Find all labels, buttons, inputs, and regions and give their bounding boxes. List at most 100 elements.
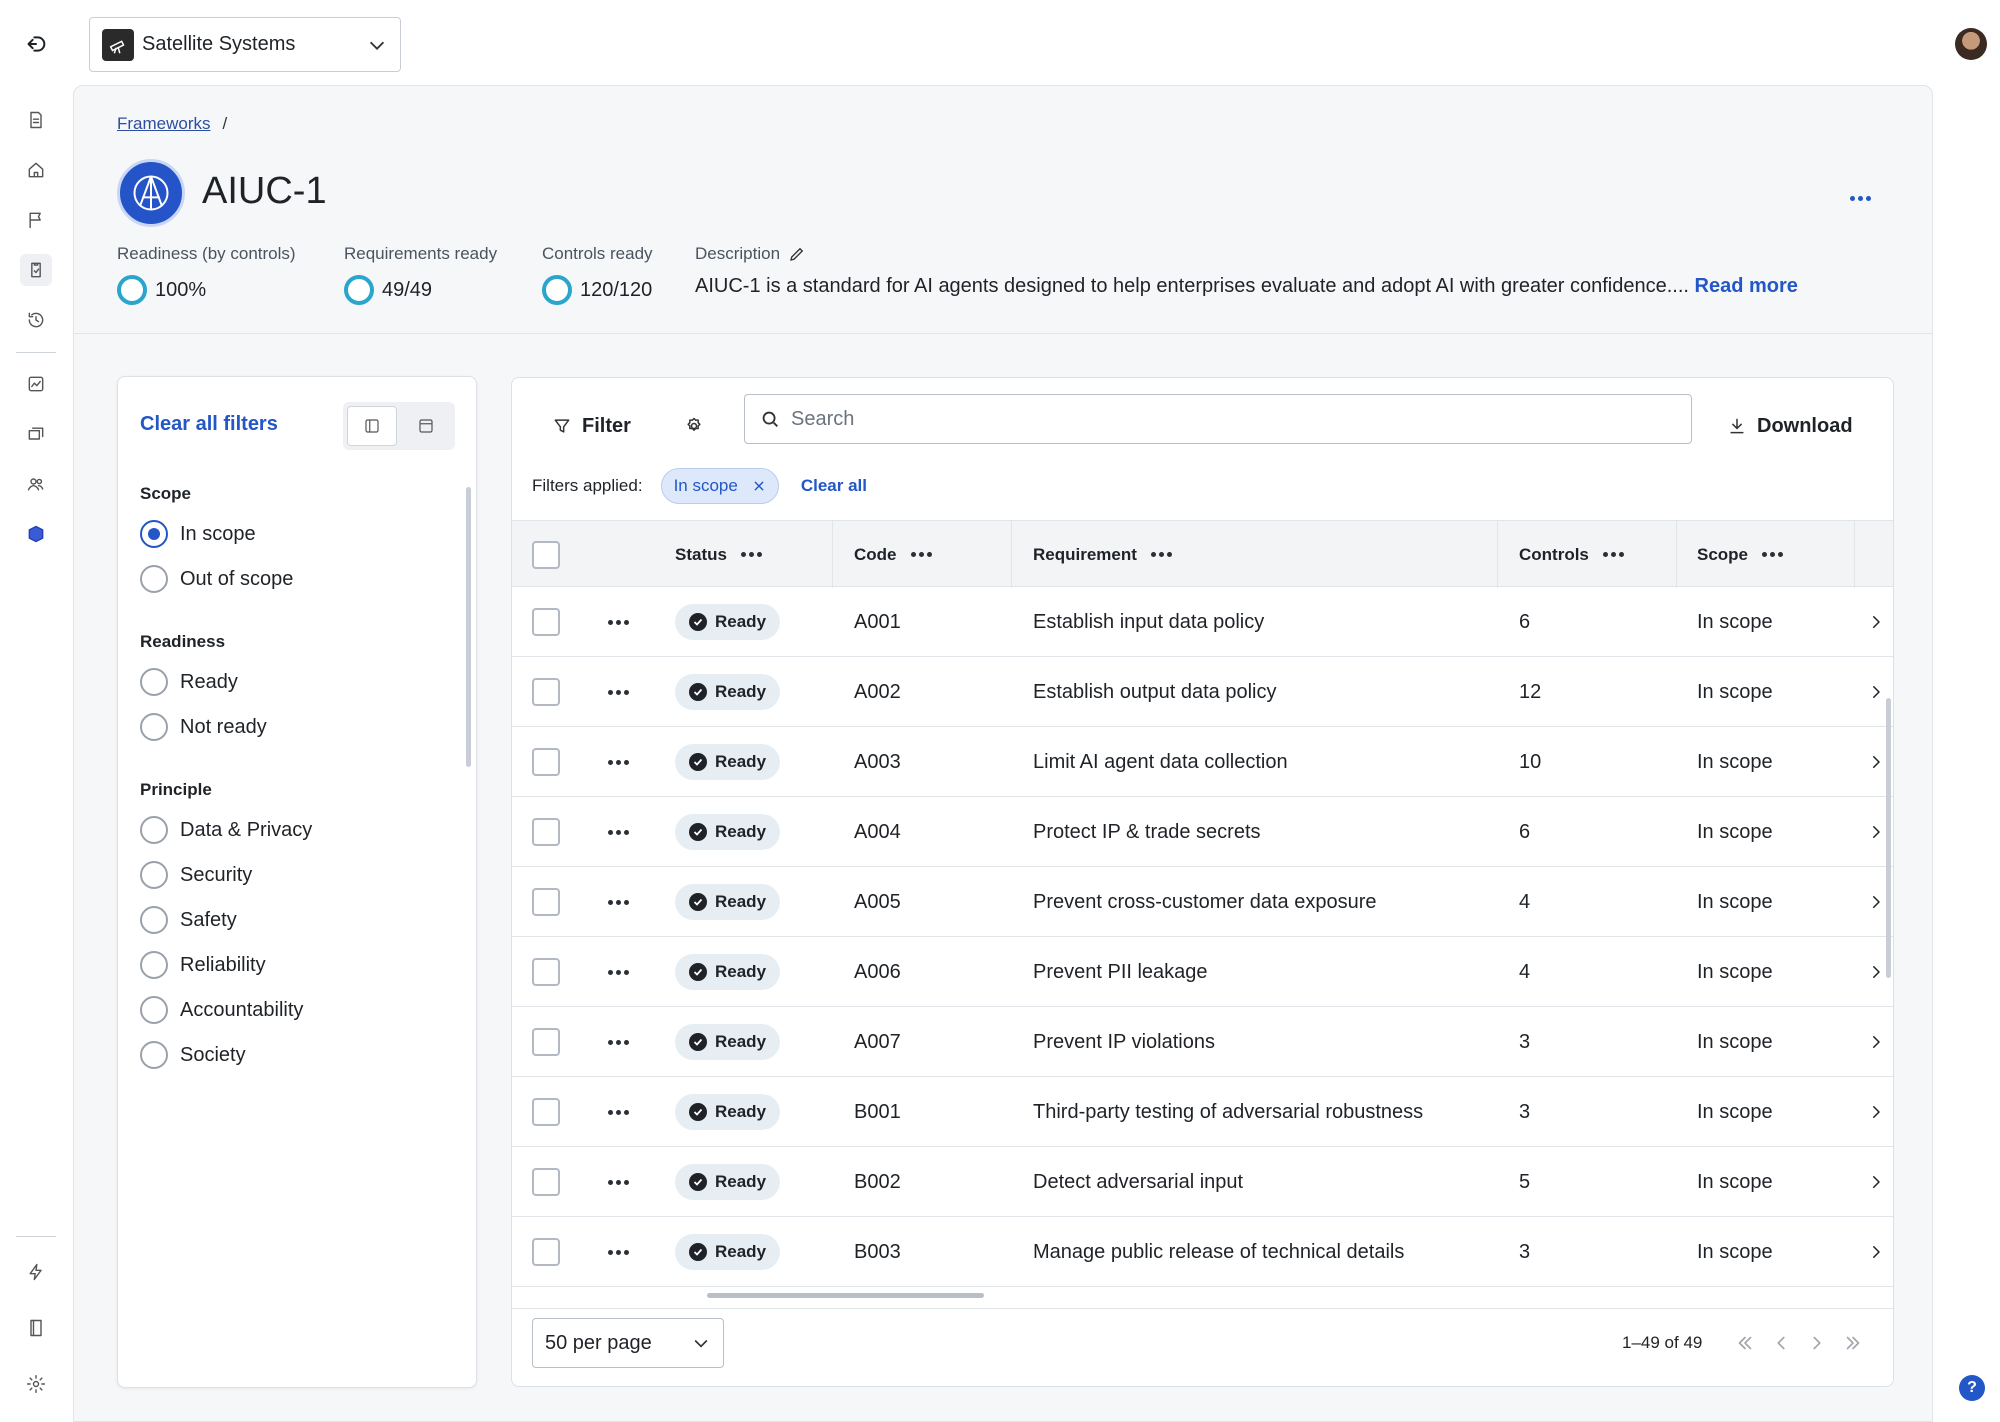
row-actions-icon[interactable]	[608, 1179, 629, 1185]
clear-applied-filters-link[interactable]: Clear all	[801, 476, 867, 496]
row-actions-icon[interactable]	[608, 969, 629, 975]
table-row[interactable]: Ready A003 Limit AI agent data collection 1…	[512, 727, 1893, 797]
home-icon[interactable]	[20, 154, 52, 186]
search-field[interactable]	[744, 394, 1692, 444]
read-more-link[interactable]: Read more	[1695, 275, 1798, 297]
table-row[interactable]: Ready A004 Protect IP & trade secrets 6 In s…	[512, 797, 1893, 867]
table-row[interactable]: Ready B003 Manage public release of techni…	[512, 1217, 1893, 1287]
settings-gear-icon[interactable]	[20, 1368, 52, 1400]
row-checkbox[interactable]	[532, 678, 560, 706]
people-icon[interactable]	[20, 468, 52, 500]
previous-page-icon[interactable]	[1770, 1332, 1792, 1354]
integrations-icon[interactable]	[20, 518, 52, 550]
column-code[interactable]: Code	[854, 521, 932, 588]
principle-reliability-option[interactable]: Reliability	[140, 951, 266, 979]
radio[interactable]	[140, 951, 168, 979]
row-checkbox[interactable]	[532, 1168, 560, 1196]
table-row[interactable]: Ready A001 Establish input data policy 6 In …	[512, 587, 1893, 657]
row-checkbox[interactable]	[532, 1238, 560, 1266]
chevron-right-icon[interactable]	[1867, 1103, 1885, 1121]
row-checkbox[interactable]	[532, 1098, 560, 1126]
radio-checked[interactable]	[140, 520, 168, 548]
help-icon[interactable]: ?	[1959, 1375, 1985, 1401]
lightning-icon[interactable]	[20, 1256, 52, 1288]
column-menu-icon[interactable]	[910, 552, 932, 557]
chevron-right-icon[interactable]	[1867, 1243, 1885, 1261]
edit-pencil-icon[interactable]	[788, 245, 806, 263]
search-input[interactable]	[791, 407, 1671, 431]
chevron-right-icon[interactable]	[1867, 613, 1885, 631]
column-menu-icon[interactable]	[1150, 552, 1172, 557]
row-checkbox[interactable]	[532, 608, 560, 636]
row-actions-icon[interactable]	[608, 759, 629, 765]
column-status[interactable]: Status	[675, 521, 762, 588]
row-actions-icon[interactable]	[608, 619, 629, 625]
column-menu-icon[interactable]	[740, 552, 762, 557]
vendors-icon[interactable]	[20, 418, 52, 450]
readiness-not-ready-option[interactable]: Not ready	[140, 713, 267, 741]
select-all-checkbox[interactable]	[532, 540, 560, 569]
chevron-right-icon[interactable]	[1867, 893, 1885, 911]
column-scope[interactable]: Scope	[1697, 521, 1784, 588]
first-page-icon[interactable]	[1734, 1332, 1756, 1354]
table-row[interactable]: Ready A006 Prevent PII leakage 4 In scope	[512, 937, 1893, 1007]
chevron-right-icon[interactable]	[1867, 963, 1885, 981]
table-horizontal-scrollbar[interactable]	[707, 1293, 984, 1298]
table-row[interactable]: Ready A002 Establish output data policy 12 I…	[512, 657, 1893, 727]
close-icon[interactable]	[752, 479, 766, 493]
filter-chip[interactable]: In scope	[660, 468, 779, 504]
scope-out-of-scope-option[interactable]: Out of scope	[140, 565, 293, 593]
chevron-right-icon[interactable]	[1867, 1033, 1885, 1051]
filter-scrollbar[interactable]	[466, 487, 471, 767]
scope-in-scope-option[interactable]: In scope	[140, 520, 256, 548]
next-page-icon[interactable]	[1806, 1332, 1828, 1354]
column-controls[interactable]: Controls	[1519, 521, 1624, 588]
chevron-right-icon[interactable]	[1867, 1173, 1885, 1191]
filter-button[interactable]: Filter	[552, 406, 631, 446]
column-menu-icon[interactable]	[1602, 552, 1624, 557]
table-row[interactable]: Ready A005 Prevent cross-customer data exp…	[512, 867, 1893, 937]
row-actions-icon[interactable]	[608, 1109, 629, 1115]
app-logo-icon[interactable]	[20, 28, 52, 60]
book-icon[interactable]	[20, 1312, 52, 1344]
reports-icon[interactable]	[20, 368, 52, 400]
row-actions-icon[interactable]	[608, 1039, 629, 1045]
column-menu-icon[interactable]	[1762, 552, 1784, 557]
row-checkbox[interactable]	[532, 818, 560, 846]
row-checkbox[interactable]	[532, 748, 560, 776]
row-checkbox[interactable]	[532, 958, 560, 986]
organization-select[interactable]: Satellite Systems	[89, 17, 401, 72]
table-row[interactable]: Ready B002 Detect adversarial input 5 In sco…	[512, 1147, 1893, 1217]
chevron-right-icon[interactable]	[1867, 683, 1885, 701]
row-checkbox[interactable]	[532, 1028, 560, 1056]
per-page-select[interactable]: 50 per page	[532, 1318, 724, 1368]
radio[interactable]	[140, 713, 168, 741]
principle-society-option[interactable]: Society	[140, 1041, 246, 1069]
row-actions-icon[interactable]	[608, 1249, 629, 1255]
table-row[interactable]: Ready A007 Prevent IP violations 3 In scope	[512, 1007, 1893, 1077]
breadcrumb-frameworks-link[interactable]: Frameworks	[117, 114, 211, 133]
collapsed-view-button[interactable]	[401, 406, 451, 446]
radio[interactable]	[140, 668, 168, 696]
row-actions-icon[interactable]	[608, 689, 629, 695]
radio[interactable]	[140, 906, 168, 934]
radio[interactable]	[140, 1041, 168, 1069]
documents-icon[interactable]	[20, 104, 52, 136]
readiness-ready-option[interactable]: Ready	[140, 668, 238, 696]
user-avatar[interactable]	[1955, 28, 1987, 60]
radio[interactable]	[140, 861, 168, 889]
radio[interactable]	[140, 565, 168, 593]
chevron-right-icon[interactable]	[1867, 823, 1885, 841]
table-row[interactable]: Ready B001 Third-party testing of adversar…	[512, 1077, 1893, 1147]
radio[interactable]	[140, 996, 168, 1024]
column-requirement[interactable]: Requirement	[1033, 521, 1172, 588]
last-page-icon[interactable]	[1842, 1332, 1864, 1354]
download-button[interactable]: Download	[1727, 406, 1853, 446]
principle-data-privacy-option[interactable]: Data & Privacy	[140, 816, 312, 844]
row-actions-icon[interactable]	[608, 899, 629, 905]
principle-safety-option[interactable]: Safety	[140, 906, 237, 934]
more-options-button[interactable]	[1844, 186, 1876, 210]
chevron-right-icon[interactable]	[1867, 753, 1885, 771]
table-vertical-scrollbar[interactable]	[1886, 698, 1891, 978]
frameworks-icon[interactable]	[20, 254, 52, 286]
